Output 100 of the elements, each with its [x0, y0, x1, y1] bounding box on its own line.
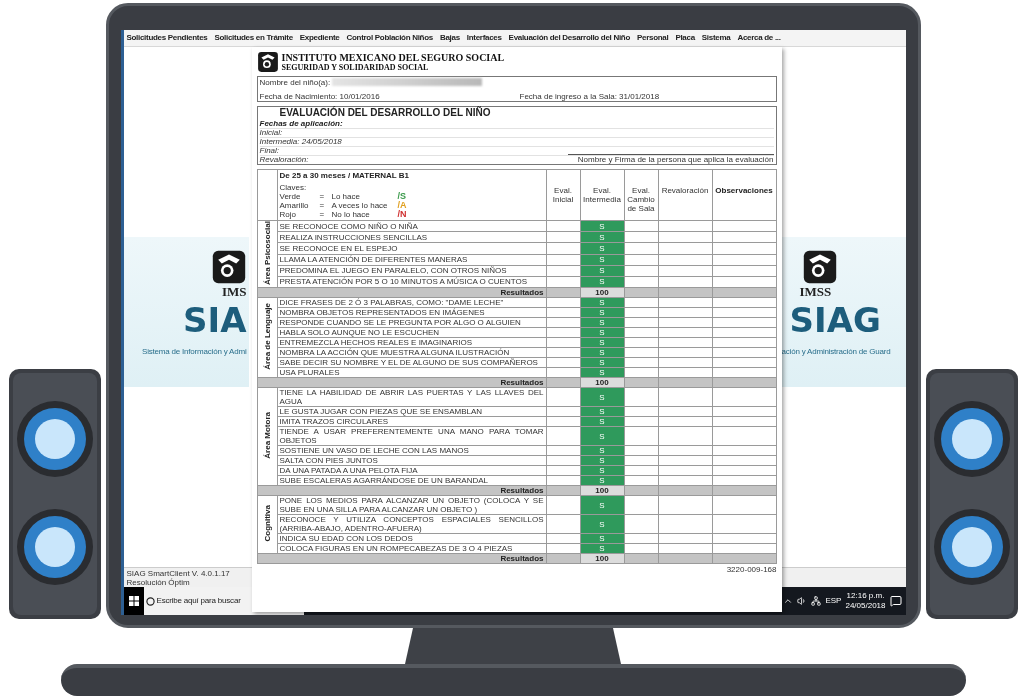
milestone-text: SUBE ESCALERAS AGARRÁNDOSE DE UN BARANDAL — [279, 476, 488, 486]
logo-caption: IMS — [221, 285, 247, 298]
result-cell: S — [580, 533, 624, 544]
signature-caption: Nombre y Firma de la persona que aplica la evaluación — [567, 154, 774, 164]
clock-time[interactable]: 12:16 p.m. — [846, 591, 885, 601]
language-indicator[interactable]: ESP — [825, 595, 842, 607]
results-label: Resultados — [500, 378, 544, 388]
key-meaning: Lo hace — [331, 192, 361, 201]
keys-heading: Claves: — [279, 183, 308, 192]
results-score: 100 — [595, 486, 609, 496]
area-label: Área Psicosocial — [262, 221, 272, 286]
result-cell: S — [580, 475, 624, 486]
menu-item[interactable]: Solicitudes Pendientes — [126, 32, 208, 44]
notification-icon[interactable] — [889, 595, 902, 607]
dates-heading: Fechas de aplicación: — [259, 119, 344, 128]
result-cell: S — [580, 265, 624, 277]
org-name: INSTITUTO MEXICANO DEL SEGURO SOCIAL — [281, 52, 505, 63]
menu-item[interactable]: Personal — [637, 32, 669, 44]
menu-item[interactable]: Sistema — [701, 32, 731, 44]
milestone-text: IMITA TRAZOS CIRCULARES — [279, 417, 389, 427]
result-cell: S — [580, 455, 624, 466]
result-cell: S — [580, 357, 624, 368]
app-title: SIA — [183, 299, 247, 342]
milestone-text: SE RECONOCE COMO NIÑO O NIÑA — [279, 221, 418, 231]
key-equals: = — [319, 201, 326, 210]
milestone-text: USA PLURALES — [279, 368, 340, 378]
menu-item[interactable]: Acerca de ... — [737, 32, 781, 44]
milestone-text: ENTREMEZCLA HECHOS REALES E IMAGINARIOS — [279, 338, 472, 348]
column-header: Eval. Inicial — [552, 186, 574, 204]
caret-up-icon[interactable] — [783, 596, 794, 606]
milestone-text: SE RECONOCE EN EL ESPEJO — [279, 243, 398, 253]
menu-item[interactable]: Interfaces — [466, 32, 502, 44]
result-cell: S — [580, 416, 624, 427]
results-score: 100 — [595, 554, 609, 564]
app-subtitle: ación y Administración de Guard — [781, 346, 891, 358]
area-label: Área Motora — [262, 412, 272, 459]
emblem-icon — [210, 249, 247, 285]
network-icon[interactable] — [811, 596, 822, 606]
key-code: /A — [397, 201, 407, 210]
column-header: Revaloración — [661, 186, 709, 195]
status-text: Resolución Óptim — [126, 577, 190, 587]
org-tagline: SEGURIDAD Y SOLIDARIDAD SOCIAL — [281, 63, 430, 72]
result-cell: S — [580, 445, 624, 456]
milestone-text: INDICA SU EDAD CON LOS DEDOS — [279, 534, 413, 544]
emblem-icon — [801, 249, 838, 285]
key-meaning: No lo hace — [331, 210, 371, 219]
menu-item[interactable]: Evaluación del Desarrollo del Niño — [508, 32, 630, 44]
child-name-label: Nombre del niño(a): — [259, 77, 331, 87]
area-label: Área de Lenguaje — [262, 303, 272, 370]
milestone-text: TIENE LA HABILIDAD DE ABRIR LAS PUERTAS Y LAS LLAVES DEL AGUA — [279, 388, 544, 407]
menu-item[interactable]: Bajas — [439, 32, 460, 44]
milestone-text: PRESTA ATENCIÓN POR 5 O 10 MINUTOS A MÚSICA O CUENTOS — [279, 277, 527, 287]
results-label: Resultados — [500, 554, 544, 564]
result-cell: S — [580, 231, 624, 243]
milestone-text: NOMBRA OBJETOS REPRESENTADOS EN IMÁGENES — [279, 308, 485, 318]
result-cell: S — [580, 543, 624, 554]
milestone-text: HABLA SOLO AUNQUE NO LE ESCUCHEN — [279, 328, 440, 338]
results-label: Resultados — [500, 486, 544, 496]
key-color-name: Rojo — [279, 210, 297, 219]
results-score: 100 — [595, 378, 609, 388]
key-equals: = — [319, 192, 326, 201]
entry-date: Fecha de ingreso a la Sala: 31/01/2018 — [519, 91, 660, 101]
menu-item[interactable]: Placa — [675, 32, 695, 44]
milestone-text: LE GUSTA JUGAR CON PIEZAS QUE SE ENSAMBLAN — [279, 407, 483, 417]
milestone-text: NOMBRA LA ACCIÓN QUE MUESTRA ALGUNA ILUSTRACIÓN — [279, 348, 510, 358]
birth-date: Fecha de Nacimiento: 10/01/2016 — [259, 91, 381, 101]
menu-item[interactable]: Solicitudes en Trámite — [214, 32, 293, 44]
application-date: Revaloración: — [259, 155, 309, 164]
milestone-text: RESPONDE CUANDO SE LE PREGUNTA POR ALGO O ALGUIEN — [279, 318, 521, 328]
status-text: SIAG SmartClient V. 4.0.1.17 — [126, 568, 230, 578]
key-code: /S — [397, 192, 406, 201]
milestone-text: DICE FRASES DE 2 Ó 3 PALABRAS, COMO: "DAME LECHE" — [279, 298, 504, 308]
clock-date[interactable]: 24/05/2018 — [845, 601, 886, 611]
key-equals: = — [319, 210, 326, 219]
key-color-name: Amarillo — [279, 201, 310, 210]
result-cell: S — [580, 465, 624, 476]
emblem-icon — [256, 51, 279, 73]
milestone-text: PONE LOS MEDIOS PARA ALCANZAR UN OBJETO (COLOCA Y SE SUBE EN UNA SILLA PARA ALCANZAR UN OBJETO ) — [279, 496, 544, 515]
results-score: 100 — [595, 288, 609, 298]
milestone-text: RECONOCE Y UTILIZA CONCEPTOS ESPACIALES SENCILLOS (ARRIBA-ABAJO, ADENTRO-AFUERA) — [279, 515, 544, 534]
key-color-name: Verde — [279, 192, 302, 201]
app-title: SIAG — [788, 299, 881, 342]
menu-item[interactable]: Expediente — [299, 32, 340, 44]
milestone-text: LLAMA LA ATENCIÓN DE DIFERENTES MANERAS — [279, 255, 468, 265]
column-header: Eval. Intermedia — [583, 186, 621, 204]
start-button[interactable] — [123, 587, 144, 615]
menu-item[interactable]: Control Población Niños — [346, 32, 433, 44]
area-label: Cognitiva — [262, 505, 272, 542]
result-cell: S — [580, 220, 624, 232]
document-title: EVALUACIÓN DEL DESARROLLO DEL NIÑO — [278, 107, 492, 119]
key-code: /N — [397, 210, 407, 219]
result-cell: S — [580, 297, 624, 308]
speaker-icon[interactable] — [797, 596, 808, 606]
column-header: Observaciones — [715, 186, 773, 195]
results-label: Resultados — [500, 288, 544, 298]
result-cell: S — [580, 317, 624, 328]
milestone-text: SOSTIENE UN VASO DE LECHE CON LAS MANOS — [279, 446, 469, 456]
result-cell: S — [580, 254, 624, 266]
milestone-text: PREDOMINA EL JUEGO EN PARALELO, CON OTROS NIÑOS — [279, 266, 507, 276]
app-subtitle: Sistema de Información y Admi — [142, 346, 247, 358]
